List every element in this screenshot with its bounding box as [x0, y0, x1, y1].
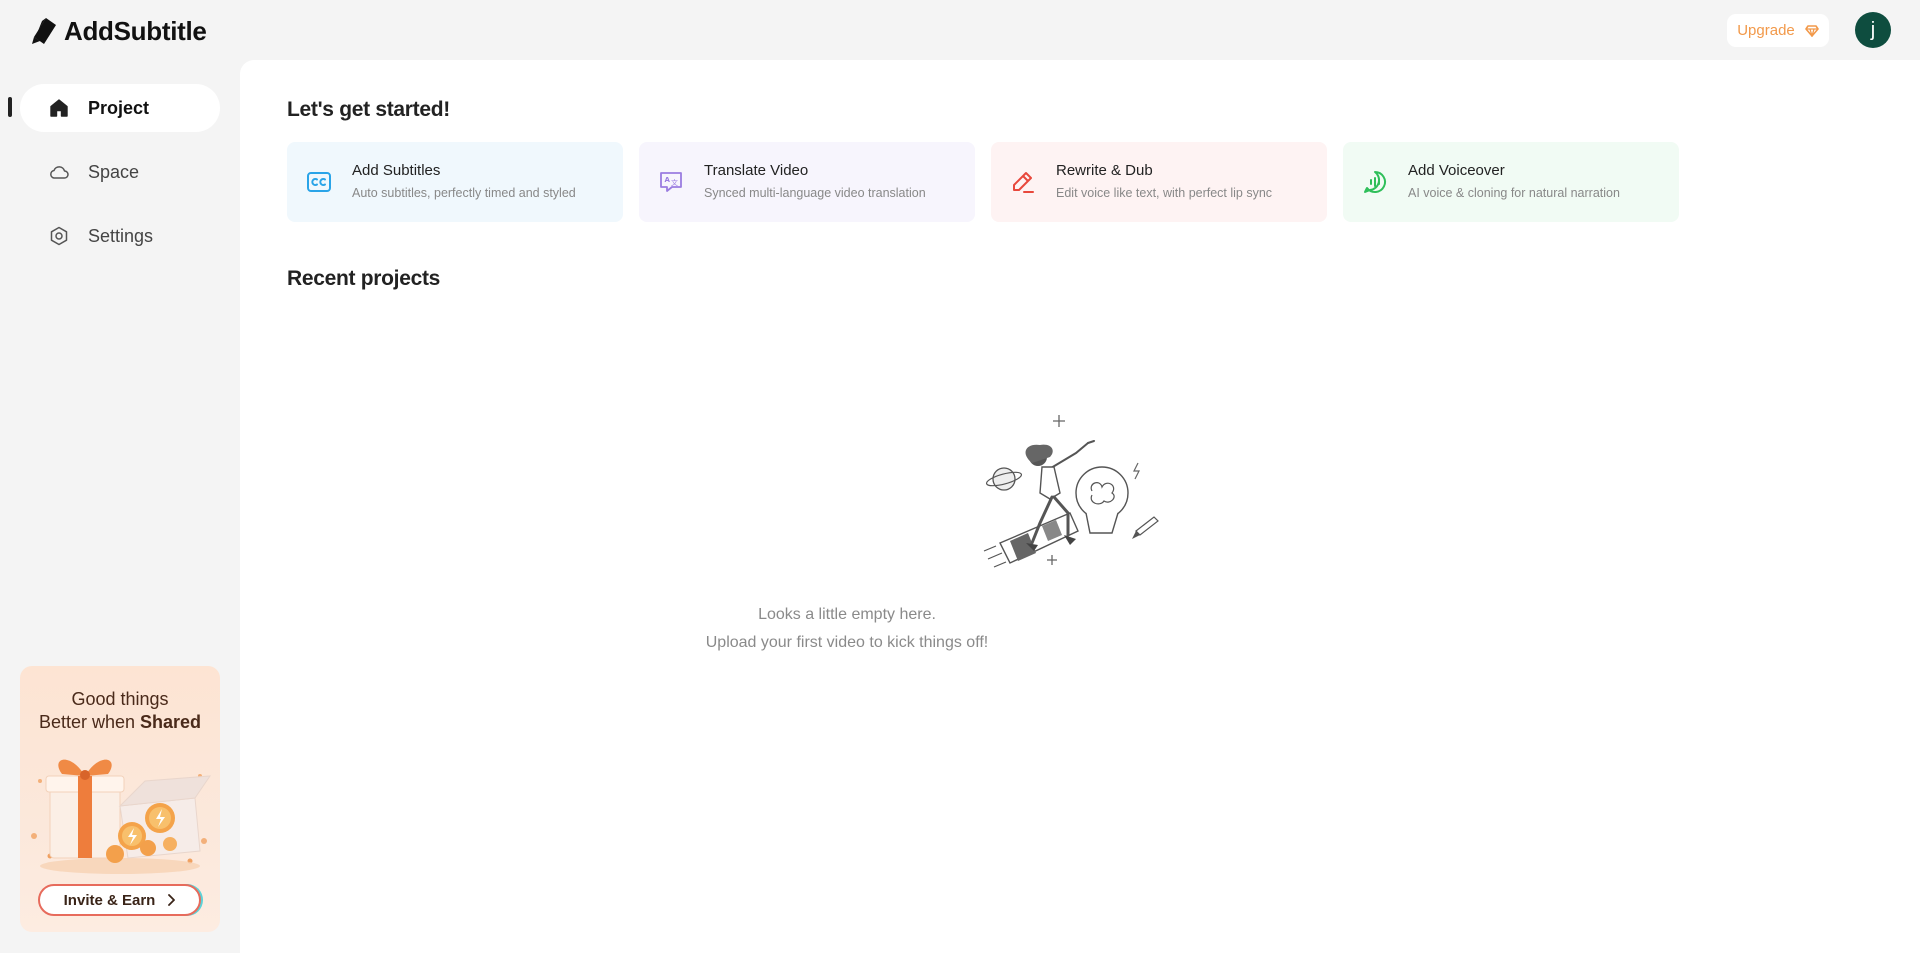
- card-title: Add Subtitles: [352, 162, 441, 179]
- sidebar-item-label: Settings: [88, 225, 154, 246]
- card-title: Rewrite & Dub: [1056, 162, 1153, 179]
- app-name: AddSubtitle: [64, 15, 207, 46]
- card-title: Translate Video: [704, 162, 809, 179]
- settings-icon: [48, 225, 70, 247]
- invite-earn-label: Invite & Earn: [63, 891, 156, 909]
- promo-line-2: Better when Shared: [20, 711, 220, 734]
- card-subtitle: Auto subtitles, perfectly timed and styl…: [352, 186, 576, 200]
- svg-text:文: 文: [671, 178, 678, 187]
- translate-video-card[interactable]: A 文 Translate Video Synced multi-languag…: [639, 142, 975, 222]
- empty-state-title: Looks a little empty here.: [240, 606, 1920, 624]
- chevron-right-icon: [168, 894, 176, 906]
- app-logo[interactable]: AddSubtitle: [32, 16, 207, 46]
- card-title: Add Voiceover: [1408, 162, 1505, 179]
- gift-box-illustration: [31, 759, 211, 874]
- upgrade-label: Upgrade: [1737, 22, 1795, 39]
- svg-text:A: A: [665, 176, 671, 184]
- invite-earn-button[interactable]: Invite & Earn: [38, 884, 201, 916]
- main-panel: Let's get started! Add Subtitles Auto su…: [240, 60, 1920, 953]
- voice-icon: [1364, 171, 1386, 193]
- rewrite-dub-card[interactable]: Rewrite & Dub Edit voice like text, with…: [991, 142, 1327, 222]
- home-icon: [48, 97, 70, 119]
- promo-line-2-prefix: Better when: [38, 712, 141, 732]
- diamond-icon: [1804, 24, 1819, 37]
- promo-line-2-bold: Shared: [140, 712, 202, 732]
- upgrade-button[interactable]: Upgrade: [1727, 14, 1829, 47]
- sidebar-item-label: Project: [88, 97, 150, 118]
- page-title: Let's get started!: [287, 98, 450, 121]
- sidebar-item-label: Space: [88, 161, 140, 182]
- cloud-icon: [48, 161, 70, 183]
- recent-projects-heading: Recent projects: [287, 267, 441, 290]
- sidebar-item-settings[interactable]: Settings: [20, 212, 220, 260]
- promo-title: Good things Better when Shared: [20, 688, 220, 734]
- empty-state-line-2: Upload your first video to kick things o…: [705, 634, 989, 651]
- card-subtitle: AI voice & cloning for natural narration: [1408, 186, 1620, 200]
- empty-state-subtitle: Upload your first video to kick things o…: [240, 634, 1920, 652]
- user-avatar[interactable]: j: [1855, 12, 1891, 48]
- cc-icon: [307, 172, 331, 192]
- translate-icon: A 文: [660, 172, 682, 192]
- card-subtitle: Edit voice like text, with perfect lip s…: [1056, 186, 1273, 200]
- add-subtitles-card[interactable]: Add Subtitles Auto subtitles, perfectly …: [287, 142, 623, 222]
- empty-state-line-1: Looks a little empty here.: [758, 606, 936, 623]
- add-voiceover-card[interactable]: Add Voiceover AI voice & cloning for nat…: [1343, 142, 1679, 222]
- sidebar-item-space[interactable]: Space: [20, 148, 220, 196]
- empty-state-illustration: [983, 415, 1159, 568]
- invite-promo-card: Good things Better when Shared Invite &: [20, 666, 220, 932]
- logo-icon: [32, 18, 56, 44]
- sidebar-item-project[interactable]: Project: [20, 84, 220, 132]
- promo-line-1: Good things: [71, 689, 169, 709]
- active-nav-indicator: [8, 97, 12, 117]
- card-subtitle: Synced multi-language video translation: [704, 186, 926, 200]
- pen-icon: [1013, 172, 1034, 193]
